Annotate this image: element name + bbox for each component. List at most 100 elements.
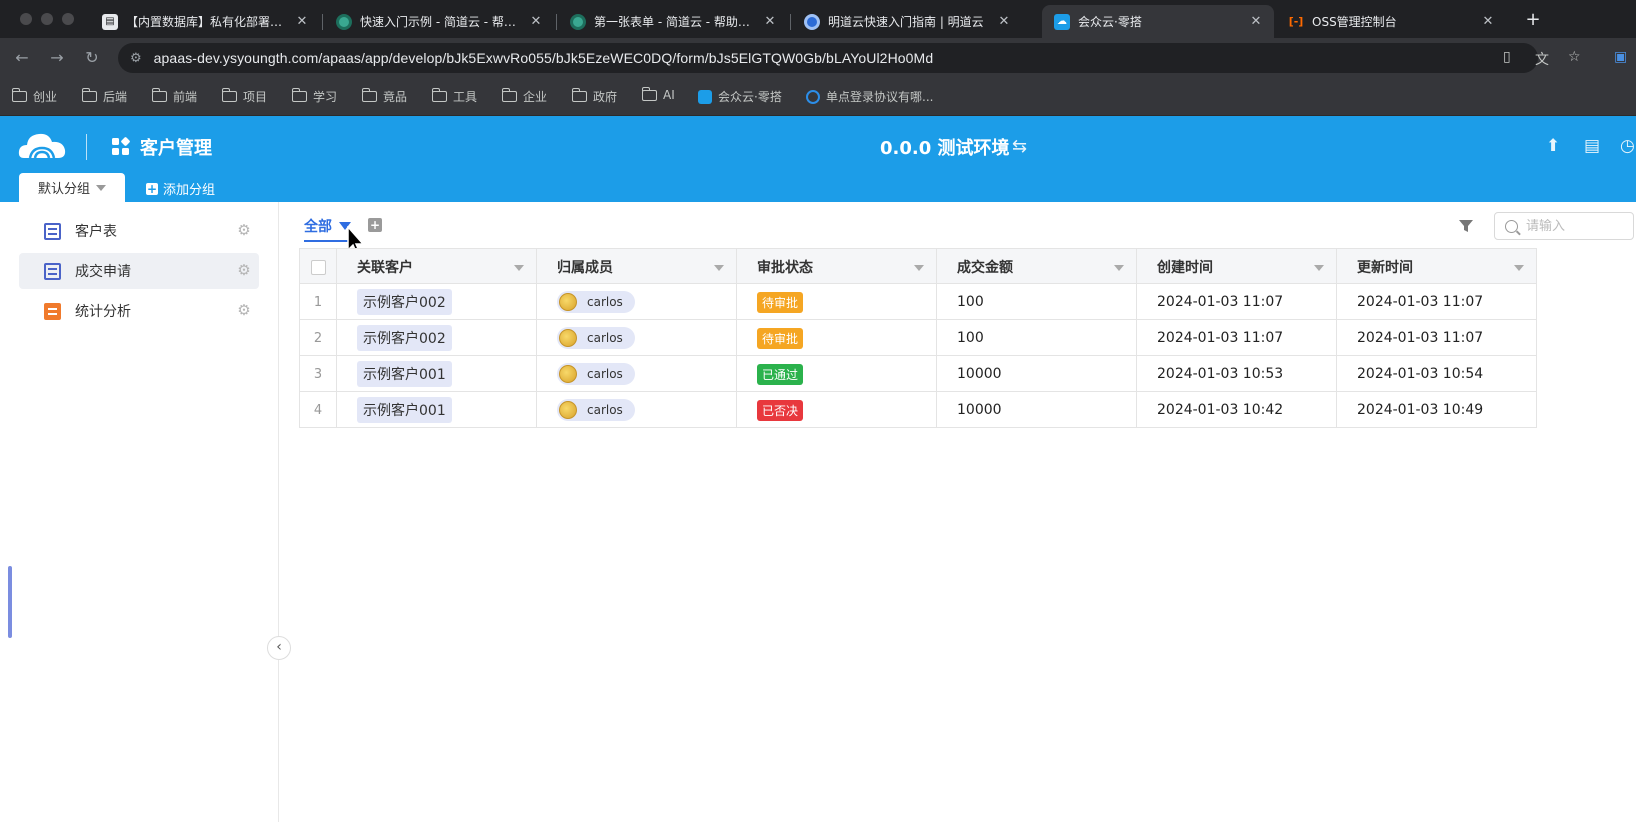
select-all-checkbox[interactable] bbox=[310, 259, 326, 275]
customer-cell[interactable]: 示例客户002 bbox=[337, 284, 537, 320]
translate-icon[interactable]: 文 bbox=[1535, 49, 1549, 69]
browser-tab-active[interactable]: ☁ 会众云·零搭 ✕ bbox=[1042, 5, 1274, 38]
amount-cell[interactable]: 100 bbox=[937, 284, 1137, 320]
close-tab-icon[interactable]: ✕ bbox=[528, 14, 544, 29]
table-row[interactable]: 1 示例客户002 carlos 待审批 100 2024-01-03 11:07 2024… bbox=[299, 284, 1537, 320]
created-time-cell[interactable]: 2024-01-03 10:42 bbox=[1137, 392, 1337, 428]
column-header[interactable]: 更新时间 bbox=[1337, 249, 1537, 285]
member-tag[interactable]: carlos bbox=[557, 291, 635, 313]
member-cell[interactable]: carlos bbox=[537, 356, 737, 392]
created-time-cell[interactable]: 2024-01-03 11:07 bbox=[1137, 284, 1337, 320]
bookmark-link[interactable]: 会众云·零搭 bbox=[698, 88, 782, 105]
status-cell[interactable]: 已通过 bbox=[737, 356, 937, 392]
table-row[interactable]: 4 示例客户001 carlos 已否决 10000 2024-01-03 10:42 20… bbox=[299, 392, 1537, 428]
sidebar-item-customer-table[interactable]: 客户表 ⚙ bbox=[19, 213, 259, 249]
browser-tab[interactable]: [-] OSS管理控制台 ✕ bbox=[1276, 5, 1506, 38]
gear-icon[interactable]: ⚙ bbox=[237, 223, 251, 238]
column-header[interactable]: 关联客户 bbox=[337, 249, 537, 285]
forward-icon[interactable]: → bbox=[47, 48, 67, 67]
new-tab-icon[interactable]: + bbox=[1522, 9, 1544, 30]
browser-tab[interactable]: 快速入门示例 - 简道云 - 帮助文档 ✕ bbox=[324, 5, 554, 38]
app-title[interactable]: 客户管理 bbox=[140, 134, 212, 160]
bookmark-folder[interactable]: 后端 bbox=[81, 88, 127, 105]
reload-icon[interactable]: ↻ bbox=[82, 48, 102, 67]
bookmark-folder[interactable]: 工具 bbox=[431, 88, 477, 105]
window-maximize-button[interactable] bbox=[62, 13, 74, 25]
add-group-button[interactable]: + 添加分组 bbox=[146, 179, 215, 198]
filter-icon[interactable] bbox=[1458, 218, 1474, 234]
sort-menu-icon[interactable] bbox=[1514, 265, 1524, 271]
updated-time-cell[interactable]: 2024-01-03 11:07 bbox=[1337, 284, 1537, 320]
member-tag[interactable]: carlos bbox=[557, 363, 635, 385]
bookmark-folder[interactable]: 前端 bbox=[151, 88, 197, 105]
updated-time-cell[interactable]: 2024-01-03 10:49 bbox=[1337, 392, 1537, 428]
status-cell[interactable]: 待审批 bbox=[737, 320, 937, 356]
gear-icon[interactable]: ⚙ bbox=[237, 303, 251, 318]
member-tag[interactable]: carlos bbox=[557, 399, 635, 421]
bookmark-folder[interactable]: 学习 bbox=[291, 88, 337, 105]
amount-cell[interactable]: 10000 bbox=[937, 356, 1137, 392]
close-tab-icon[interactable]: ✕ bbox=[1248, 14, 1264, 29]
member-cell[interactable]: carlos bbox=[537, 392, 737, 428]
add-view-button[interactable]: + bbox=[368, 218, 382, 232]
publish-icon[interactable]: ⬆ bbox=[1546, 136, 1560, 156]
sort-menu-icon[interactable] bbox=[514, 265, 524, 271]
updated-time-cell[interactable]: 2024-01-03 11:07 bbox=[1337, 320, 1537, 356]
bookmark-folder[interactable]: 创业 bbox=[11, 88, 57, 105]
created-time-cell[interactable]: 2024-01-03 11:07 bbox=[1137, 320, 1337, 356]
customer-cell[interactable]: 示例客户001 bbox=[337, 356, 537, 392]
status-cell[interactable]: 待审批 bbox=[737, 284, 937, 320]
switch-environment-icon[interactable]: ⇆ bbox=[1012, 136, 1027, 157]
column-header[interactable]: 审批状态 bbox=[737, 249, 937, 285]
browser-tab[interactable]: ▤ 【内置数据库】私有化部署流程 ✕ bbox=[90, 5, 320, 38]
table-row[interactable]: 2 示例客户002 carlos 待审批 100 2024-01-03 11:07 2024… bbox=[299, 320, 1537, 356]
gear-icon[interactable]: ⚙ bbox=[237, 263, 251, 278]
site-info-icon[interactable]: ⚙ bbox=[130, 51, 142, 66]
sort-menu-icon[interactable] bbox=[1114, 265, 1124, 271]
group-tab-default[interactable]: 默认分组 bbox=[19, 173, 125, 202]
customer-cell[interactable]: 示例客户002 bbox=[337, 320, 537, 356]
table-row[interactable]: 3 示例客户001 carlos 已通过 10000 2024-01-03 10:53 20… bbox=[299, 356, 1537, 392]
status-cell[interactable]: 已否决 bbox=[737, 392, 937, 428]
column-header[interactable]: 归属成员 bbox=[537, 249, 737, 285]
customer-link[interactable]: 示例客户002 bbox=[357, 289, 452, 315]
bookmark-folder[interactable]: 竟品 bbox=[361, 88, 407, 105]
browser-tab[interactable]: 第一张表单 - 简道云 - 帮助文档 ✕ bbox=[558, 5, 788, 38]
search-box[interactable] bbox=[1494, 212, 1634, 240]
clipboard-icon[interactable]: ▯ bbox=[1503, 49, 1511, 65]
bookmark-link[interactable]: 单点登录协议有哪... bbox=[806, 88, 933, 105]
history-icon[interactable]: ◷ bbox=[1620, 136, 1635, 156]
customer-link[interactable]: 示例客户002 bbox=[357, 325, 452, 351]
customer-cell[interactable]: 示例客户001 bbox=[337, 392, 537, 428]
sort-menu-icon[interactable] bbox=[714, 265, 724, 271]
window-close-button[interactable] bbox=[20, 13, 32, 25]
extension-icon[interactable]: ▣ bbox=[1614, 49, 1627, 65]
scrollbar[interactable] bbox=[8, 566, 12, 638]
address-bar[interactable]: ⚙ apaas-dev.ysyoungth.com/apaas/app/deve… bbox=[118, 43, 1538, 73]
close-tab-icon[interactable]: ✕ bbox=[294, 14, 310, 29]
close-tab-icon[interactable]: ✕ bbox=[1480, 14, 1496, 29]
search-input[interactable] bbox=[1526, 218, 1616, 234]
customer-link[interactable]: 示例客户001 bbox=[357, 361, 452, 387]
browser-tab[interactable]: 明道云快速入门指南 | 明道云 ✕ bbox=[792, 5, 1022, 38]
updated-time-cell[interactable]: 2024-01-03 10:54 bbox=[1337, 356, 1537, 392]
bookmark-folder[interactable]: 企业 bbox=[501, 88, 547, 105]
member-cell[interactable]: carlos bbox=[537, 320, 737, 356]
view-tab-all[interactable]: 全部 bbox=[304, 216, 351, 242]
member-tag[interactable]: carlos bbox=[557, 327, 635, 349]
window-minimize-button[interactable] bbox=[41, 13, 53, 25]
sidebar-item-deal-application[interactable]: 成交申请 ⚙ bbox=[19, 253, 259, 289]
sort-menu-icon[interactable] bbox=[1314, 265, 1324, 271]
amount-cell[interactable]: 10000 bbox=[937, 392, 1137, 428]
bookmark-folder[interactable]: AI bbox=[641, 86, 675, 102]
sort-menu-icon[interactable] bbox=[914, 265, 924, 271]
document-list-icon[interactable]: ▤ bbox=[1584, 136, 1600, 156]
select-all-cell[interactable] bbox=[299, 249, 337, 285]
column-header[interactable]: 创建时间 bbox=[1137, 249, 1337, 285]
bookmark-folder[interactable]: 项目 bbox=[221, 88, 267, 105]
back-icon[interactable]: ← bbox=[12, 48, 32, 67]
customer-link[interactable]: 示例客户001 bbox=[357, 397, 452, 423]
bookmark-folder[interactable]: 政府 bbox=[571, 88, 617, 105]
environment-label[interactable]: 0.0.0 测试环境 bbox=[880, 134, 1010, 160]
member-cell[interactable]: carlos bbox=[537, 284, 737, 320]
